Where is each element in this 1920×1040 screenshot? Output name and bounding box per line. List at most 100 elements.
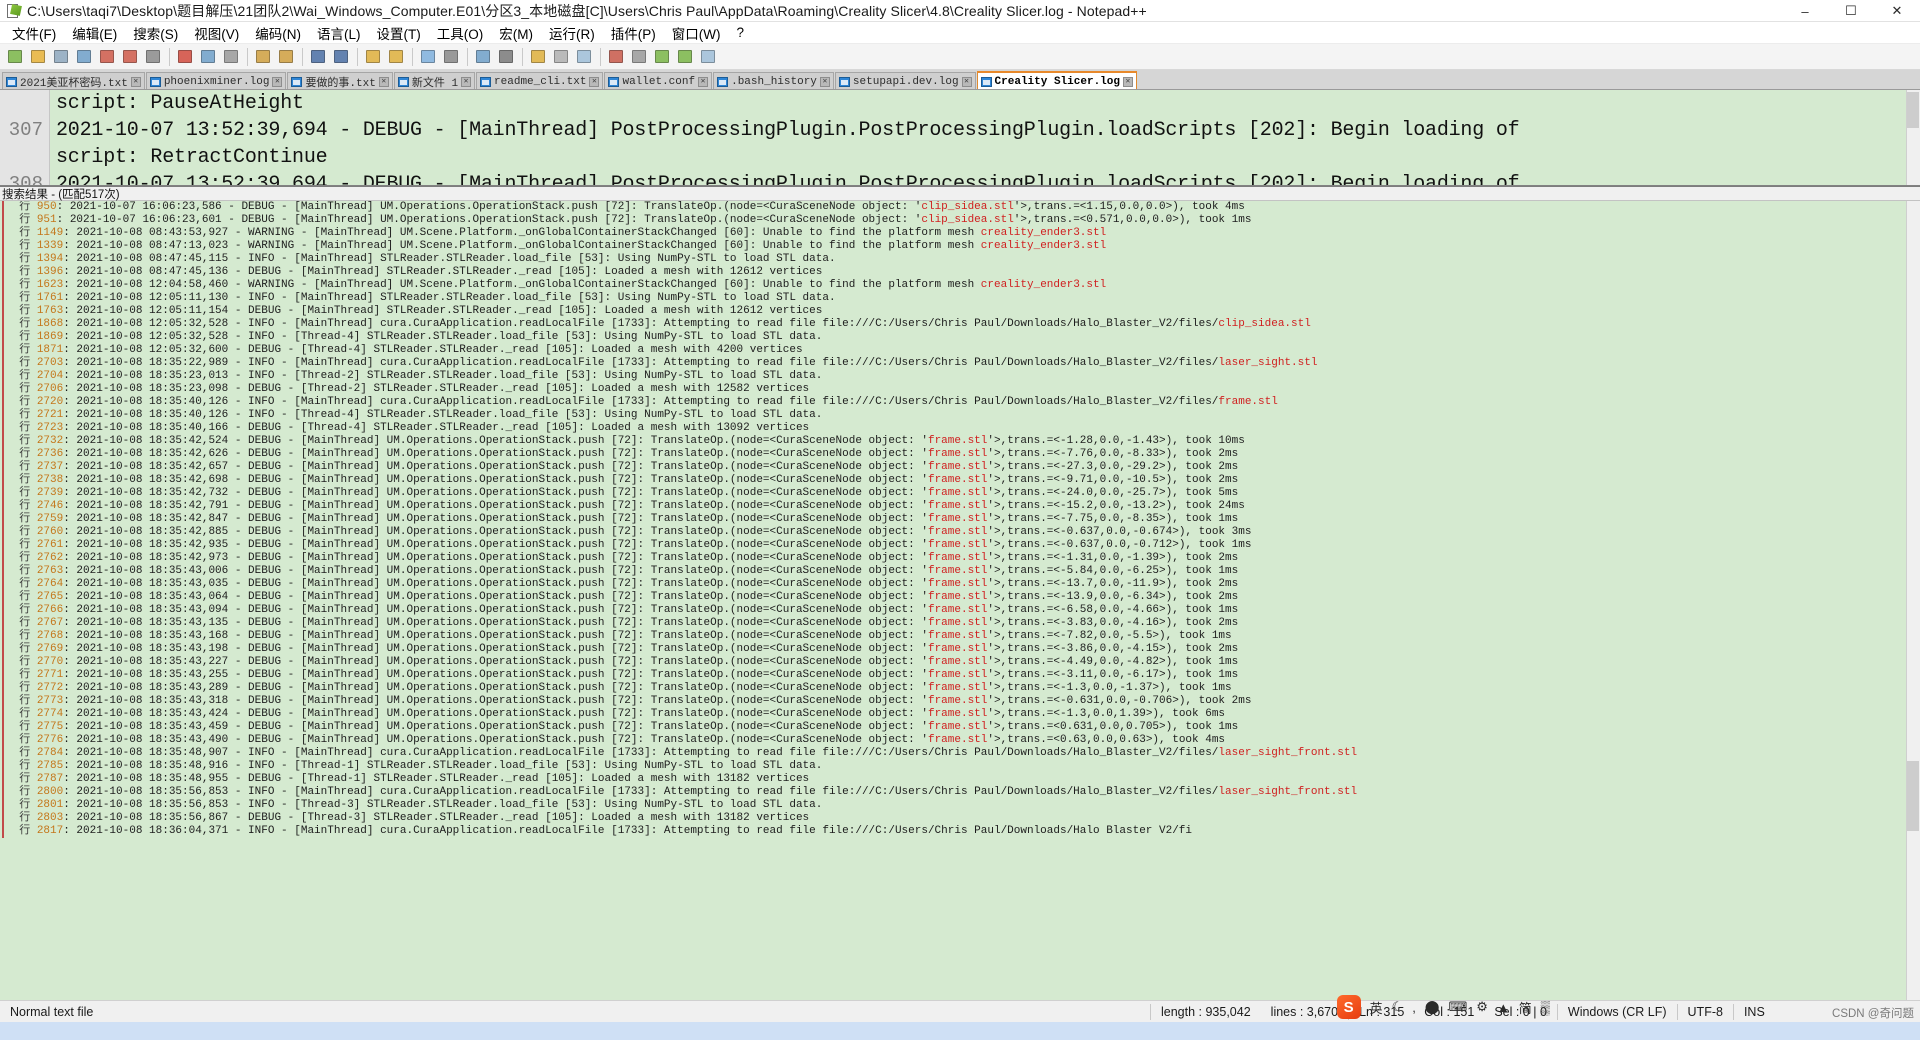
search-result-row[interactable]: 行 2761: 2021-10-08 18:35:42,935 - DEBUG … xyxy=(0,539,1920,552)
play-macro-icon[interactable] xyxy=(651,46,673,68)
search-result-row[interactable]: 行 2787: 2021-10-08 18:35:48,955 - DEBUG … xyxy=(0,773,1920,786)
menu-item-8[interactable]: 宏(M) xyxy=(491,21,541,45)
search-result-row[interactable]: 行 1869: 2021-10-08 12:05:32,528 - INFO -… xyxy=(0,331,1920,344)
tab-close-icon[interactable]: ✕ xyxy=(961,76,972,87)
search-result-row[interactable]: 行 2774: 2021-10-08 18:35:43,424 - DEBUG … xyxy=(0,708,1920,721)
search-result-row[interactable]: 行 1339: 2021-10-08 08:47:13,023 - WARNIN… xyxy=(0,240,1920,253)
search-result-row[interactable]: 行 2738: 2021-10-08 18:35:42,698 - DEBUG … xyxy=(0,474,1920,487)
search-result-row[interactable]: 行 2775: 2021-10-08 18:35:43,459 - DEBUG … xyxy=(0,721,1920,734)
document-tab-6[interactable]: .bash_history ✕ xyxy=(713,72,834,89)
sync-v-icon[interactable] xyxy=(417,46,439,68)
ime-comma-icon[interactable]: , xyxy=(1412,1000,1416,1015)
search-result-row[interactable]: 行 2736: 2021-10-08 18:35:42,626 - DEBUG … xyxy=(0,448,1920,461)
search-result-row[interactable]: 行 2721: 2021-10-08 18:35:40,126 - INFO -… xyxy=(0,409,1920,422)
search-result-row[interactable]: 行 2732: 2021-10-08 18:35:42,524 - DEBUG … xyxy=(0,435,1920,448)
search-result-row[interactable]: 行 1394: 2021-10-08 08:47:45,115 - INFO -… xyxy=(0,253,1920,266)
search-result-row[interactable]: 行 951: 2021-10-07 16:06:23,601 - DEBUG -… xyxy=(0,214,1920,227)
search-result-row[interactable]: 行 1623: 2021-10-08 12:04:58,460 - WARNIN… xyxy=(0,279,1920,292)
menu-item-9[interactable]: 运行(R) xyxy=(541,21,603,45)
search-result-row[interactable]: 行 2737: 2021-10-08 18:35:42,657 - DEBUG … xyxy=(0,461,1920,474)
menu-item-7[interactable]: 工具(O) xyxy=(429,21,492,45)
search-result-row[interactable]: 行 2772: 2021-10-08 18:35:43,289 - DEBUG … xyxy=(0,682,1920,695)
search-result-row[interactable]: 行 2720: 2021-10-08 18:35:40,126 - INFO -… xyxy=(0,396,1920,409)
find-icon[interactable] xyxy=(307,46,329,68)
editor-scroll-thumb[interactable] xyxy=(1907,92,1919,128)
save-all-icon[interactable] xyxy=(73,46,95,68)
menu-item-10[interactable]: 插件(P) xyxy=(603,21,664,45)
close-file-icon[interactable] xyxy=(96,46,118,68)
document-tab-8[interactable]: Creality Slicer.log ✕ xyxy=(976,71,1137,89)
search-result-row[interactable]: 行 2723: 2021-10-08 18:35:40,166 - DEBUG … xyxy=(0,422,1920,435)
search-result-row[interactable]: 行 2764: 2021-10-08 18:35:43,035 - DEBUG … xyxy=(0,578,1920,591)
search-result-row[interactable]: 行 2767: 2021-10-08 18:35:43,135 - DEBUG … xyxy=(0,617,1920,630)
tab-close-icon[interactable]: ✕ xyxy=(378,76,389,87)
close-all-icon[interactable] xyxy=(119,46,141,68)
document-tab-1[interactable]: phoenixminer.log ✕ xyxy=(145,72,287,89)
record-macro-icon[interactable] xyxy=(605,46,627,68)
search-results-list[interactable]: 行 950: 2021-10-07 16:06:23,586 - DEBUG -… xyxy=(0,201,1920,838)
search-result-row[interactable]: 行 2770: 2021-10-08 18:35:43,227 - DEBUG … xyxy=(0,656,1920,669)
menu-item-3[interactable]: 视图(V) xyxy=(186,21,247,45)
ime-tools-icon[interactable]: ⚙ xyxy=(1476,999,1488,1015)
print-icon[interactable] xyxy=(142,46,164,68)
search-result-row[interactable]: 行 2766: 2021-10-08 18:35:43,094 - DEBUG … xyxy=(0,604,1920,617)
document-tab-7[interactable]: setupapi.dev.log ✕ xyxy=(834,72,976,89)
ime-hat-icon[interactable]: ▲ xyxy=(1497,1000,1510,1015)
ime-toolbar[interactable]: S 英 ☾ , ⬤ ⌨ ⚙ ▲ 简 ▒ xyxy=(1336,992,1550,1022)
ui-horizontal-icon[interactable] xyxy=(573,46,595,68)
search-result-row[interactable]: 行 2773: 2021-10-08 18:35:43,318 - DEBUG … xyxy=(0,695,1920,708)
playmulti-macro-icon[interactable] xyxy=(674,46,696,68)
search-result-row[interactable]: 行 2739: 2021-10-08 18:35:42,732 - DEBUG … xyxy=(0,487,1920,500)
document-tab-5[interactable]: wallet.conf ✕ xyxy=(604,72,713,89)
search-result-row[interactable]: 行 2746: 2021-10-08 18:35:42,791 - DEBUG … xyxy=(0,500,1920,513)
search-result-row[interactable]: 行 2769: 2021-10-08 18:35:43,198 - DEBUG … xyxy=(0,643,1920,656)
search-result-row[interactable]: 行 2703: 2021-10-08 18:35:22,989 - INFO -… xyxy=(0,357,1920,370)
editor-text[interactable]: script: PauseAtHeight 2021-10-07 13:52:39… xyxy=(50,90,1920,185)
tab-close-icon[interactable]: ✕ xyxy=(589,76,600,87)
document-tab-3[interactable]: 新文件 1 ✕ xyxy=(393,72,476,89)
search-result-row[interactable]: 行 2800: 2021-10-08 18:35:56,853 - INFO -… xyxy=(0,786,1920,799)
search-result-row[interactable]: 行 2762: 2021-10-08 18:35:42,973 - DEBUG … xyxy=(0,552,1920,565)
save-macro-icon[interactable] xyxy=(697,46,719,68)
menu-item-6[interactable]: 设置(T) xyxy=(369,21,429,45)
zoom-in-icon[interactable] xyxy=(362,46,384,68)
minimize-button[interactable]: – xyxy=(1782,0,1828,22)
document-tab-2[interactable]: 要做的事.txt ✕ xyxy=(287,72,393,89)
save-icon[interactable] xyxy=(50,46,72,68)
maximize-button[interactable]: ☐ xyxy=(1828,0,1874,22)
ime-keyboard-icon[interactable]: ⌨ xyxy=(1448,999,1467,1015)
search-result-row[interactable]: 行 2784: 2021-10-08 18:35:48,907 - INFO -… xyxy=(0,747,1920,760)
search-result-row[interactable]: 行 1868: 2021-10-08 12:05:32,528 - INFO -… xyxy=(0,318,1920,331)
ime-language-icon[interactable]: 英 xyxy=(1370,998,1383,1017)
document-tab-0[interactable]: 2021美亚杯密码.txt ✕ xyxy=(2,72,145,89)
search-result-row[interactable]: 行 1149: 2021-10-08 08:43:53,927 - WARNIN… xyxy=(0,227,1920,240)
search-scroll-thumb[interactable] xyxy=(1907,761,1919,831)
show-all-chars-icon[interactable] xyxy=(495,46,517,68)
search-vertical-scrollbar[interactable] xyxy=(1906,201,1920,1000)
ui-vertical-icon[interactable] xyxy=(550,46,572,68)
search-result-row[interactable]: 行 2817: 2021-10-08 18:36:04,371 - INFO -… xyxy=(0,825,1920,838)
tab-close-icon[interactable]: ✕ xyxy=(1122,76,1133,87)
replace-icon[interactable] xyxy=(330,46,352,68)
menu-item-11[interactable]: 窗口(W) xyxy=(664,21,729,45)
cut-icon[interactable] xyxy=(174,46,196,68)
menu-item-12[interactable]: ? xyxy=(728,23,752,42)
search-result-row[interactable]: 行 1871: 2021-10-08 12:05:32,600 - DEBUG … xyxy=(0,344,1920,357)
menu-item-2[interactable]: 搜索(S) xyxy=(125,21,186,45)
search-result-row[interactable]: 行 2801: 2021-10-08 18:35:56,853 - INFO -… xyxy=(0,799,1920,812)
editor-pane[interactable]: 307 308 script: PauseAtHeight 2021-10-07 1… xyxy=(0,90,1920,186)
search-result-row[interactable]: 行 2704: 2021-10-08 18:35:23,013 - INFO -… xyxy=(0,370,1920,383)
ime-moon-icon[interactable]: ☾ xyxy=(1392,999,1404,1015)
editor-vertical-scrollbar[interactable] xyxy=(1906,90,1920,185)
menu-item-1[interactable]: 编辑(E) xyxy=(64,21,125,45)
search-result-row[interactable]: 行 1761: 2021-10-08 12:05:11,130 - INFO -… xyxy=(0,292,1920,305)
open-file-icon[interactable] xyxy=(27,46,49,68)
ime-simplified-icon[interactable]: 简 xyxy=(1519,998,1532,1017)
sync-h-icon[interactable] xyxy=(440,46,462,68)
undo-icon[interactable] xyxy=(252,46,274,68)
search-result-row[interactable]: 行 2759: 2021-10-08 18:35:42,847 - DEBUG … xyxy=(0,513,1920,526)
search-result-row[interactable]: 行 2765: 2021-10-08 18:35:43,064 - DEBUG … xyxy=(0,591,1920,604)
zoom-out-icon[interactable] xyxy=(385,46,407,68)
search-result-row[interactable]: 行 2803: 2021-10-08 18:35:56,867 - DEBUG … xyxy=(0,812,1920,825)
tab-close-icon[interactable]: ✕ xyxy=(461,76,472,87)
